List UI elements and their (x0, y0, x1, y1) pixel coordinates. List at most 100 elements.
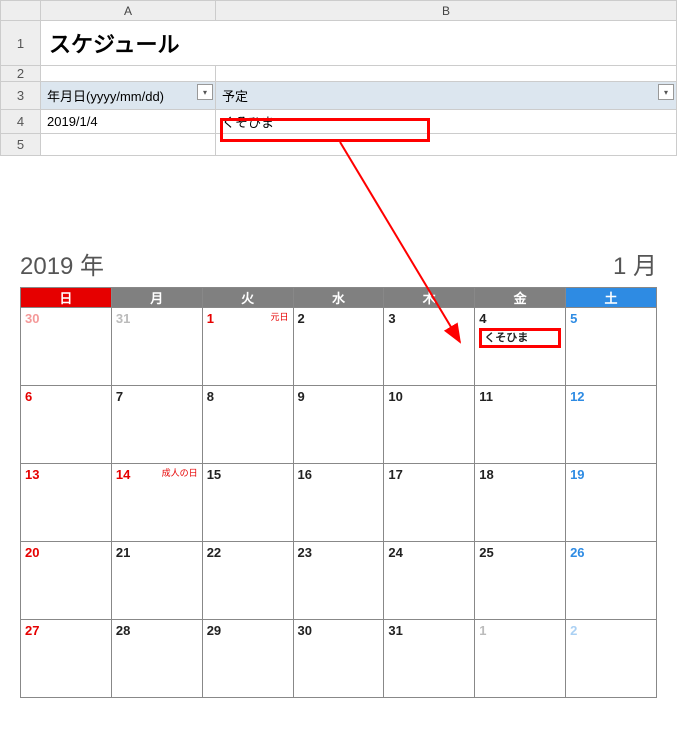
cal-cell-w3-wed[interactable]: 16 (293, 464, 384, 542)
dayhead-sun: 日 (21, 288, 112, 308)
daynum: 27 (25, 623, 39, 638)
cal-cell-w2-wed[interactable]: 9 (293, 386, 384, 464)
row-4: 4 2019/1/4 くそひま (1, 110, 677, 134)
daynum: 30 (25, 311, 39, 326)
cal-cell-w2-sun[interactable]: 6 (21, 386, 112, 464)
row-header-5[interactable]: 5 (1, 134, 41, 156)
header-plan[interactable]: 予定 ▾ (216, 82, 677, 110)
calendar-week-2: 6 7 8 9 10 11 12 (21, 386, 657, 464)
calendar-month: 1 月 (613, 246, 657, 281)
cal-cell-w5-mon[interactable]: 28 (111, 620, 202, 698)
cal-cell-w2-fri[interactable]: 11 (475, 386, 566, 464)
column-header-b[interactable]: B (216, 1, 677, 21)
row-3: 3 年月日(yyyy/mm/dd) ▾ 予定 ▾ (1, 82, 677, 110)
daynum: 29 (207, 623, 221, 638)
cal-cell-w3-thu[interactable]: 17 (384, 464, 475, 542)
cal-cell-w5-sun[interactable]: 27 (21, 620, 112, 698)
daynum: 28 (116, 623, 130, 638)
holiday-label: 元日 (271, 310, 289, 323)
cal-cell-w3-tue[interactable]: 15 (202, 464, 293, 542)
cal-cell-w5-thu[interactable]: 31 (384, 620, 475, 698)
daynum: 13 (25, 467, 39, 482)
daynum: 18 (479, 467, 493, 482)
daynum: 1 (479, 623, 486, 638)
daynum: 9 (298, 389, 305, 404)
calendar-week-1: 30 31 1 元日 2 3 4 くそひま 5 (21, 308, 657, 386)
row-5: 5 (1, 134, 677, 156)
cal-cell-w1-sun[interactable]: 30 (21, 308, 112, 386)
filter-dropdown-plan[interactable]: ▾ (658, 84, 674, 100)
cell-a5[interactable] (41, 134, 216, 156)
daynum: 2 (298, 311, 305, 326)
daynum: 1 (207, 311, 214, 326)
cal-cell-w4-sat[interactable]: 26 (566, 542, 657, 620)
daynum: 14 (116, 467, 130, 482)
daynum: 25 (479, 545, 493, 560)
cal-cell-w4-mon[interactable]: 21 (111, 542, 202, 620)
daynum: 5 (570, 311, 577, 326)
calendar-day-header-row: 日 月 火 水 木 金 土 (21, 288, 657, 308)
cal-cell-w1-thu[interactable]: 3 (384, 308, 475, 386)
cal-cell-w3-mon[interactable]: 14成人の日 (111, 464, 202, 542)
dayhead-fri: 金 (475, 288, 566, 308)
row-header-1[interactable]: 1 (1, 21, 41, 66)
row-1: 1 スケジュール (1, 21, 677, 66)
cal-cell-w4-fri[interactable]: 25 (475, 542, 566, 620)
daynum: 11 (479, 389, 493, 404)
daynum: 3 (388, 311, 395, 326)
cal-cell-w3-fri[interactable]: 18 (475, 464, 566, 542)
cell-date[interactable]: 2019/1/4 (41, 110, 216, 134)
cal-cell-w2-thu[interactable]: 10 (384, 386, 475, 464)
column-header-a[interactable]: A (41, 1, 216, 21)
cal-cell-w1-tue[interactable]: 1 元日 (202, 308, 293, 386)
daynum: 19 (570, 467, 584, 482)
cal-cell-w1-fri[interactable]: 4 くそひま (475, 308, 566, 386)
cal-cell-w2-sat[interactable]: 12 (566, 386, 657, 464)
cal-cell-w5-sat[interactable]: 2 (566, 620, 657, 698)
spreadsheet: A B 1 スケジュール 2 3 年月日(yyyy/mm/dd) ▾ 予定 ▾ … (0, 0, 677, 156)
header-plan-label: 予定 (222, 89, 248, 104)
daynum: 26 (570, 545, 584, 560)
daynum: 12 (570, 389, 584, 404)
cal-cell-w4-sun[interactable]: 20 (21, 542, 112, 620)
cal-cell-w2-tue[interactable]: 8 (202, 386, 293, 464)
cell-plan[interactable]: くそひま (216, 110, 677, 134)
daynum: 21 (116, 545, 130, 560)
row-header-2[interactable]: 2 (1, 66, 41, 82)
header-date[interactable]: 年月日(yyyy/mm/dd) ▾ (41, 82, 216, 110)
daynum: 6 (25, 389, 32, 404)
cal-cell-w5-tue[interactable]: 29 (202, 620, 293, 698)
cal-cell-w1-wed[interactable]: 2 (293, 308, 384, 386)
title-cell[interactable]: スケジュール (41, 21, 677, 66)
daynum: 16 (298, 467, 312, 482)
cell-b2[interactable] (216, 66, 677, 82)
cell-a2[interactable] (41, 66, 216, 82)
cal-cell-w1-mon[interactable]: 31 (111, 308, 202, 386)
cal-cell-w1-sat[interactable]: 5 (566, 308, 657, 386)
select-all-corner[interactable] (1, 1, 41, 21)
cal-cell-w3-sat[interactable]: 19 (566, 464, 657, 542)
cal-cell-w2-mon[interactable]: 7 (111, 386, 202, 464)
cal-cell-w5-wed[interactable]: 30 (293, 620, 384, 698)
row-2: 2 (1, 66, 677, 82)
cal-cell-w4-wed[interactable]: 23 (293, 542, 384, 620)
cal-cell-w4-tue[interactable]: 22 (202, 542, 293, 620)
cal-cell-w3-sun[interactable]: 13 (21, 464, 112, 542)
daynum: 7 (116, 389, 123, 404)
daynum: 4 (479, 311, 486, 326)
daynum: 17 (388, 467, 402, 482)
dayhead-wed: 水 (293, 288, 384, 308)
event-label: くそひま (479, 328, 561, 348)
cell-b5[interactable] (216, 134, 677, 156)
filter-dropdown-date[interactable]: ▾ (197, 84, 213, 100)
cal-cell-w5-fri[interactable]: 1 (475, 620, 566, 698)
row-header-3[interactable]: 3 (1, 82, 41, 110)
daynum: 22 (207, 545, 221, 560)
calendar-week-5: 27 28 29 30 31 1 2 (21, 620, 657, 698)
daynum: 8 (207, 389, 214, 404)
cal-cell-w4-thu[interactable]: 24 (384, 542, 475, 620)
daynum: 31 (116, 311, 130, 326)
dayhead-mon: 月 (111, 288, 202, 308)
row-header-4[interactable]: 4 (1, 110, 41, 134)
header-date-label: 年月日(yyyy/mm/dd) (47, 89, 164, 104)
